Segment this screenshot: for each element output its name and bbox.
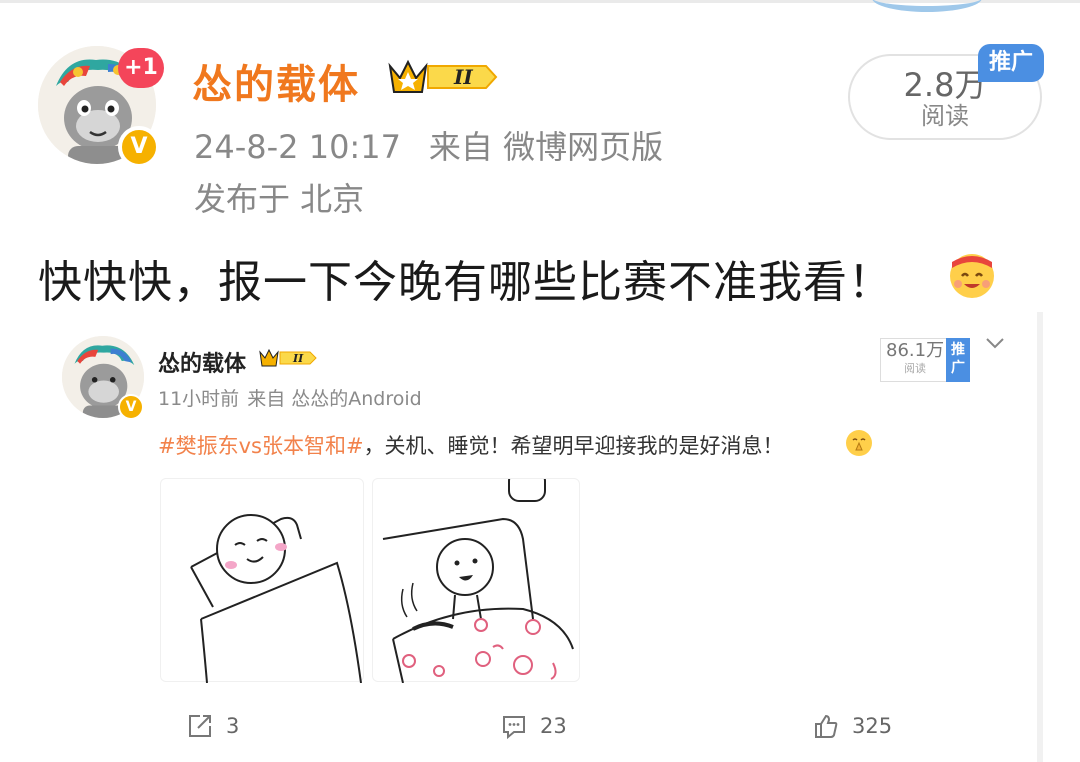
crown-rank-badge-icon: II	[388, 59, 498, 93]
comment-icon	[503, 716, 525, 740]
sleeping-character-image	[160, 478, 364, 684]
embedded-author-name: 怂的载体	[158, 352, 247, 377]
post-meta: 24-8-2 10:17 来自 微博网页版	[194, 122, 663, 168]
post-body-text: 快快快，报一下今晚有哪些比赛不准我看！	[38, 257, 893, 308]
comment-button[interactable]: 23	[500, 712, 567, 742]
rank-badge-text: II	[453, 65, 473, 89]
thumbs-up-icon	[815, 714, 838, 738]
post-source: 来自 微博网页版	[428, 128, 664, 166]
post-timestamp: 24-8-2 10:17	[194, 128, 401, 166]
embedded-crown-rank-badge-icon: II	[259, 348, 317, 367]
praying-face-emoji-icon	[846, 430, 872, 456]
sleeping-character-drawing	[190, 514, 362, 684]
author-name[interactable]: 怂的载体	[192, 52, 360, 110]
embedded-scrollbar-track	[1037, 312, 1043, 762]
embedded-rank-badge-text: II	[292, 352, 304, 365]
like-count: 325	[852, 714, 893, 738]
embedded-post-meta: 11小时前 来自 怂怂的Android	[158, 384, 422, 411]
repost-button[interactable]: 3	[186, 712, 239, 742]
embedded-hashtag: #樊振东vs张本智和#	[158, 434, 364, 458]
repost-count: 3	[226, 714, 240, 738]
embedded-verified-badge: V	[118, 394, 144, 420]
post-location: 发布于 北京	[194, 180, 365, 218]
embedded-promoted-tag: 推广	[946, 338, 970, 382]
repost-icon	[189, 715, 211, 737]
notification-badge: +1	[118, 48, 164, 88]
embedded-post-source: 来自 怂怂的Android	[247, 388, 422, 410]
embedded-post-text: ，关机、睡觉！希望明早迎接我的是好消息！	[363, 434, 784, 458]
waking-character-image	[372, 470, 580, 684]
comment-count: 23	[540, 714, 567, 738]
promoted-tag[interactable]: 推广	[978, 44, 1044, 82]
verified-badge: V	[118, 126, 160, 168]
chevron-down-icon	[986, 338, 1004, 349]
read-label: 阅读	[921, 102, 969, 130]
cheering-face-emoji-icon	[950, 254, 994, 298]
top-partial-decoration	[872, 0, 982, 12]
waking-character-drawing	[382, 470, 574, 684]
embedded-post-time: 11小时前	[158, 388, 240, 410]
like-button[interactable]: 325	[812, 712, 892, 742]
embedded-post-body: #樊振东vs张本智和#，关机、睡觉！希望明早迎接我的是好消息！	[158, 430, 784, 460]
